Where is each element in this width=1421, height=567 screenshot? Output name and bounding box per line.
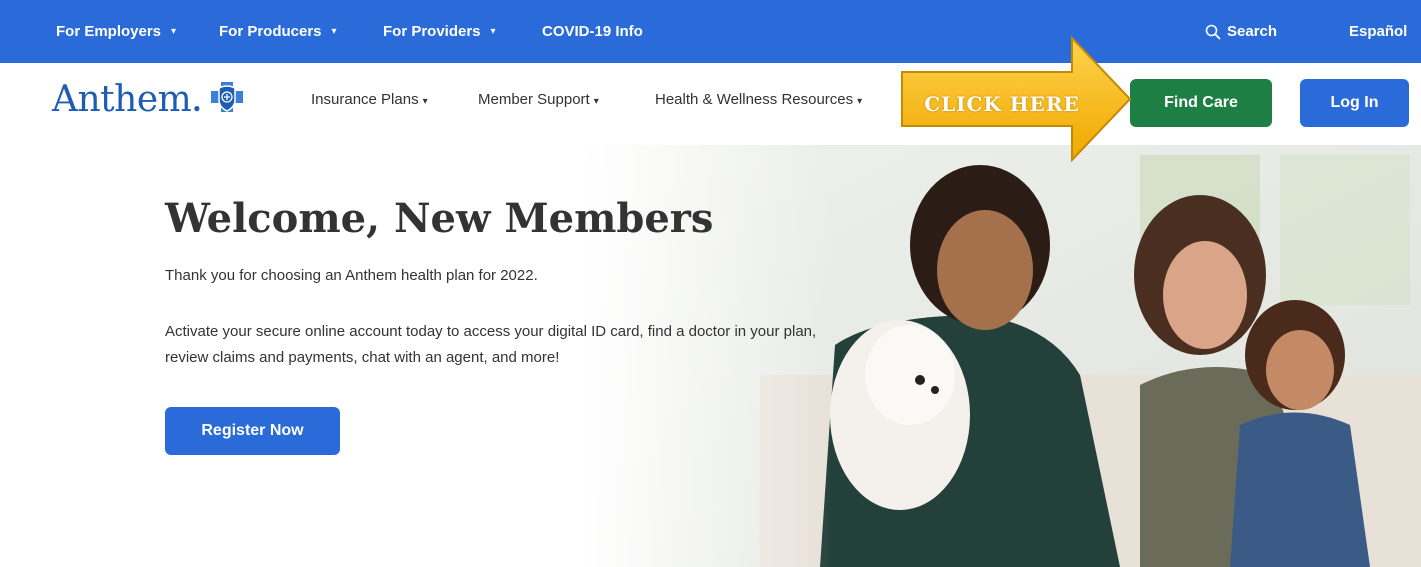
- chevron-down-icon: ▾: [171, 26, 177, 37]
- for-producers-label: For Producers: [219, 23, 322, 40]
- blue-cross-blue-shield-icon: [209, 80, 245, 119]
- covid-info-link[interactable]: COVID-19 Info: [542, 0, 643, 63]
- chevron-down-icon: ▾: [593, 96, 599, 107]
- main-navigation: Anthem ● Insurance Plans ▾ Member Support…: [0, 63, 1421, 145]
- for-providers-menu[interactable]: For Providers ▾: [383, 0, 496, 63]
- utility-bar: For Employers ▾ For Producers ▾ For Prov…: [0, 0, 1421, 63]
- insurance-plans-label: Insurance Plans: [311, 91, 419, 108]
- chevron-down-icon: ▾: [422, 96, 428, 107]
- chevron-down-icon: ▾: [490, 26, 496, 37]
- search-icon: [1205, 24, 1221, 40]
- for-employers-label: For Employers: [56, 23, 162, 40]
- search-link[interactable]: Search: [1205, 0, 1277, 63]
- for-producers-menu[interactable]: For Producers ▾: [219, 0, 337, 63]
- language-toggle-link[interactable]: Español: [1349, 0, 1407, 63]
- page-title: Welcome, New Members: [165, 195, 714, 242]
- health-wellness-label: Health & Wellness Resources: [655, 91, 854, 108]
- for-providers-label: For Providers: [383, 23, 481, 40]
- click-here-label: CLICK HERE: [924, 92, 1080, 116]
- chevron-down-icon: ▾: [331, 26, 337, 37]
- hero-description: Activate your secure online account toda…: [165, 323, 817, 366]
- member-support-menu[interactable]: Member Support ▾: [478, 91, 599, 108]
- find-care-button[interactable]: Find Care: [1130, 79, 1272, 127]
- member-support-label: Member Support: [478, 91, 590, 108]
- chevron-down-icon: ▾: [857, 96, 863, 107]
- logo-text: Anthem: [52, 78, 192, 120]
- logo-dot: ●: [193, 101, 201, 115]
- for-employers-menu[interactable]: For Employers ▾: [56, 0, 176, 63]
- health-wellness-menu[interactable]: Health & Wellness Resources ▾: [655, 91, 862, 108]
- covid-info-label: COVID-19 Info: [542, 23, 643, 40]
- search-label: Search: [1227, 23, 1278, 40]
- register-now-button[interactable]: Register Now: [165, 407, 340, 455]
- click-here-callout: CLICK HERE: [898, 35, 1134, 163]
- anthem-logo[interactable]: Anthem ●: [52, 78, 245, 120]
- log-in-button[interactable]: Log In: [1300, 79, 1409, 127]
- language-label: Español: [1349, 23, 1408, 40]
- hero-subtitle: Thank you for choosing an Anthem health …: [165, 267, 538, 284]
- hero-section: Welcome, New Members Thank you for choos…: [0, 145, 1421, 567]
- insurance-plans-menu[interactable]: Insurance Plans ▾: [311, 91, 428, 108]
